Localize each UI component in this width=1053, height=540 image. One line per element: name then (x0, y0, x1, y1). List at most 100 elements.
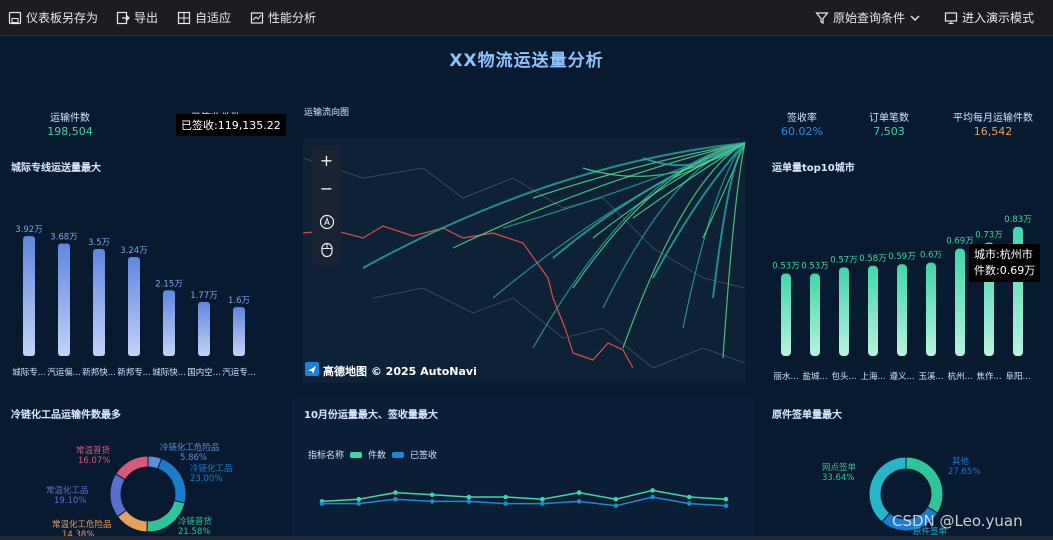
line-point-1-6[interactable] (540, 501, 545, 506)
line-point-1-2[interactable] (393, 496, 398, 502)
perf-label: 性能分析 (268, 11, 317, 25)
compass-icon (319, 214, 335, 234)
legend-signed-label[interactable]: 已签收 (410, 448, 437, 461)
top10-bar-2[interactable] (839, 267, 849, 356)
line-point-1-10[interactable] (686, 501, 692, 506)
line-point-0-1[interactable] (356, 496, 362, 502)
top10-category-6: 杭州... (947, 371, 972, 382)
top10-tooltip-line1: 城市:杭州市 (974, 248, 1033, 261)
flow-line-18 (532, 142, 745, 349)
top10-category-7: 焦作... (976, 371, 1001, 382)
donut-label-value-0: 5.86% (180, 453, 207, 463)
perf-button[interactable]: 性能分析 (250, 0, 316, 35)
save-as-label: 仪表板另存为 (26, 11, 99, 25)
line-point-1-0[interactable] (319, 501, 325, 506)
mouse-mode-button[interactable] (312, 238, 341, 266)
donut-slice-5[interactable] (115, 455, 149, 481)
map-attribution: 高德地图 © 2025 AutoNavi (305, 362, 477, 379)
line-point-1-8[interactable] (613, 503, 619, 509)
kpi-sign-rate-value: 60.02% (781, 125, 823, 138)
bar-category-3: 新邦专... (117, 367, 151, 378)
line-point-0-4[interactable] (466, 494, 472, 500)
top10-bar-4[interactable] (897, 264, 907, 356)
top10-bar-0[interactable] (781, 273, 791, 356)
query-label: 原始查询条件 (833, 11, 906, 25)
legend-swatch-signed (392, 451, 405, 458)
top10-bar-label-7: 0.73万 (975, 230, 1002, 240)
top10-bar-6[interactable] (955, 248, 965, 356)
bar-5[interactable] (198, 301, 210, 356)
top10-bar-label-2: 0.57万 (830, 255, 857, 265)
flow-map-canvas (303, 142, 745, 369)
bar-1[interactable] (58, 243, 70, 356)
flow-map[interactable]: 高德地图 © 2025 AutoNavi (303, 138, 745, 383)
bar-label-6: 1.6万 (228, 296, 250, 306)
province-lines (303, 157, 745, 289)
export-label: 导出 (134, 11, 159, 25)
line-point-1-9[interactable] (650, 494, 655, 500)
kpi-orders-value: 7,503 (873, 125, 905, 138)
border-line (303, 225, 634, 369)
present-icon (944, 11, 958, 25)
query-conditions-button[interactable]: 原始查询条件 (815, 0, 921, 35)
donut-label-value-1: 27.65% (948, 467, 980, 477)
line-point-1-11[interactable] (723, 503, 729, 509)
amap-logo-icon (305, 362, 319, 379)
bar-2[interactable] (93, 249, 105, 356)
donut-slice-4[interactable] (109, 473, 128, 518)
map-controls: + − (312, 146, 341, 266)
save-icon (8, 11, 22, 25)
zoom-in-button[interactable]: + (312, 146, 341, 174)
top10-bar-1[interactable] (810, 273, 820, 356)
line-point-0-9[interactable] (650, 488, 655, 493)
bar-4[interactable] (163, 290, 175, 356)
line-point-0-10[interactable] (686, 494, 692, 500)
donut-label-name-1: 冷链化工品 (190, 463, 233, 474)
bar-label-4: 2.15万 (155, 279, 182, 289)
line-point-0-5[interactable] (503, 494, 508, 500)
compass-button[interactable] (312, 210, 341, 238)
donut-slice-0[interactable] (905, 456, 944, 514)
line-point-1-1[interactable] (356, 501, 362, 506)
top10-bar-label-4: 0.59万 (888, 252, 915, 262)
save-as-button[interactable]: 仪表板另存为 (8, 0, 98, 35)
top10-tooltip-line2: 件数:0.69万 (974, 264, 1036, 277)
bar-0[interactable] (23, 236, 35, 356)
line-point-0-6[interactable] (540, 496, 545, 502)
line-point-0-2[interactable] (393, 490, 398, 495)
horizontal-scrollbar[interactable] (0, 536, 1053, 540)
top10-bar-5[interactable] (926, 262, 936, 356)
present-label: 进入演示模式 (962, 11, 1035, 25)
bar-category-0: 城际专... (12, 367, 46, 378)
top10-bar-chart: 0.53万丽水... 0.53万盐城... 0.57万包头... 0.58万上海...… (772, 215, 1031, 382)
line-point-1-5[interactable] (503, 501, 508, 506)
chevron-down-icon (909, 12, 921, 24)
line-point-0-3[interactable] (429, 492, 435, 498)
top10-bar-label-3: 0.58万 (859, 254, 886, 264)
bar-6[interactable] (233, 307, 245, 356)
present-mode-button[interactable]: 进入演示模式 (944, 0, 1034, 35)
zoom-out-button[interactable]: − (312, 174, 341, 202)
line-point-0-8[interactable] (613, 496, 619, 502)
line-point-0-11[interactable] (723, 496, 729, 502)
october-line-chart (319, 488, 729, 509)
bar-category-2: 新邦快... (82, 367, 116, 378)
line-point-1-7[interactable] (576, 499, 582, 504)
adaptive-button[interactable]: 自适应 (177, 0, 231, 35)
bar-label-0: 3.92万 (15, 225, 42, 235)
line-point-0-7[interactable] (576, 490, 582, 495)
bar-3[interactable] (128, 256, 140, 356)
top10-bar-3[interactable] (868, 265, 878, 356)
export-button[interactable]: 导出 (116, 0, 158, 35)
bar-category-4: 城际快... (152, 367, 186, 378)
bar-category-1: 汽运偏... (47, 367, 81, 378)
donut-label-name-3: 常温化工危险品 (52, 519, 112, 530)
line-point-1-4[interactable] (466, 499, 472, 504)
legend-count-label[interactable]: 件数 (368, 448, 386, 461)
top10-category-8: 阜阳... (1005, 371, 1030, 382)
kpi-shipments: 运输件数 198,504 (40, 109, 100, 138)
grid-icon (177, 11, 191, 25)
line-point-1-3[interactable] (429, 499, 435, 504)
donut-slice-1[interactable] (157, 457, 187, 504)
bar-label-2: 3.5万 (88, 238, 110, 248)
